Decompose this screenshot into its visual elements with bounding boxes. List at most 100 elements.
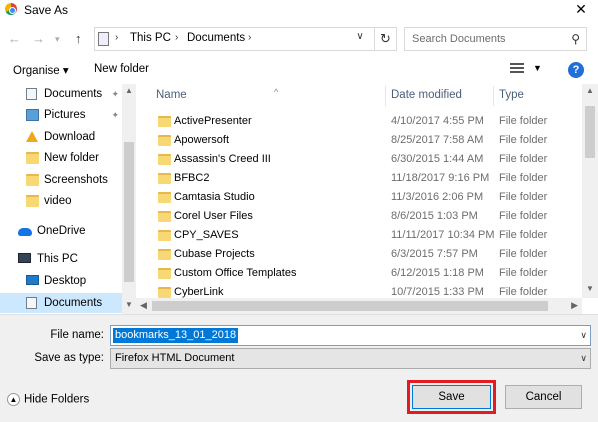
close-button[interactable]: ✕ (564, 0, 598, 20)
breadcrumb-documents[interactable]: Documents (187, 32, 245, 44)
sort-ascending-icon: ^ (274, 87, 279, 97)
nav-item-label: Download (44, 131, 96, 143)
this-pc-icon (98, 32, 109, 46)
scroll-up-icon[interactable]: ▲ (125, 86, 133, 95)
nav-item-screenshots[interactable]: Screenshots (0, 170, 122, 190)
scroll-down-icon[interactable]: ▼ (586, 284, 594, 293)
nav-item-desktop[interactable]: Desktop (0, 271, 122, 291)
save-as-type-label: Save as type: (34, 352, 104, 364)
file-name-value[interactable]: bookmarks_13_01_2018 (113, 328, 239, 343)
scroll-left-icon[interactable]: ◀ (140, 300, 147, 311)
save-as-type-select[interactable]: Firefox HTML Document ∨ (110, 348, 591, 369)
view-options-icon[interactable] (510, 63, 524, 75)
breadcrumb-separator-icon[interactable]: › (248, 32, 251, 43)
file-list-vertical-scrollbar[interactable]: ▲ ▼ (582, 84, 598, 298)
nav-item-label: Screenshots (44, 174, 108, 186)
forward-arrow-icon[interactable]: → (32, 31, 45, 46)
file-list: Name ^ Date modified Type ActivePresente… (146, 84, 598, 314)
nav-item-video[interactable]: video (0, 191, 122, 211)
file-row[interactable]: Apowersoft 8/25/2017 7:58 AM File folder (146, 131, 582, 150)
file-date: 6/3/2015 7:57 PM (391, 248, 478, 260)
chrome-icon (5, 3, 17, 15)
file-date: 11/18/2017 9:16 PM (391, 172, 490, 184)
recent-locations-chevron-icon[interactable]: ▾ (55, 34, 60, 45)
refresh-icon[interactable]: ↻ (374, 28, 396, 50)
file-name-input[interactable]: bookmarks_13_01_2018 ∨ (110, 325, 591, 346)
hide-folders-label: Hide Folders (24, 393, 90, 406)
scroll-right-icon[interactable]: ▶ (571, 300, 578, 311)
column-header-label: Name (156, 89, 187, 101)
folder-icon (158, 268, 171, 279)
organise-button[interactable]: Organise ▾ (13, 63, 69, 77)
chevron-down-icon[interactable]: ∨ (580, 353, 587, 364)
file-row[interactable]: CPY_SAVES 11/11/2017 10:34 PM File folde… (146, 226, 582, 245)
file-date: 8/6/2015 1:03 PM (391, 210, 478, 222)
breadcrumb-separator-icon[interactable]: › (175, 32, 178, 43)
save-button[interactable]: Save (412, 385, 491, 409)
desktop-icon (26, 275, 39, 285)
folder-icon (158, 135, 171, 146)
folder-icon (158, 154, 171, 165)
nav-scroll-thumb[interactable] (124, 142, 134, 282)
address-dropdown-icon[interactable]: ∨ (352, 31, 368, 49)
nav-item-documents-quick[interactable]: Documents ✦ (0, 84, 122, 104)
address-bar[interactable]: › This PC › Documents › ∨ ↻ (94, 27, 397, 51)
file-name: ActivePresenter (174, 115, 252, 127)
file-list-horizontal-scrollbar[interactable]: ◀ ▶ (136, 298, 582, 314)
view-dropdown-icon[interactable]: ▼ (533, 63, 542, 73)
file-name: Camtasia Studio (174, 191, 255, 203)
nav-item-pictures[interactable]: Pictures ✦ (0, 105, 122, 125)
column-separator[interactable] (493, 86, 494, 106)
nav-item-documents[interactable]: Documents (0, 293, 122, 313)
nav-item-onedrive[interactable]: OneDrive (0, 221, 122, 241)
search-input[interactable]: Search Documents (412, 33, 506, 45)
file-row[interactable]: ActivePresenter 4/10/2017 4:55 PM File f… (146, 112, 582, 131)
file-name: Assassin's Creed III (174, 153, 271, 165)
hide-folders-button[interactable]: ▲ Hide Folders (7, 393, 89, 406)
file-row[interactable]: BFBC2 11/18/2017 9:16 PM File folder (146, 169, 582, 188)
new-folder-button[interactable]: New folder (94, 63, 149, 75)
file-type: File folder (499, 229, 548, 241)
chevron-down-icon[interactable]: ∨ (580, 330, 587, 341)
breadcrumb-this-pc[interactable]: This PC (130, 32, 171, 44)
file-name: Corel User Files (174, 210, 253, 222)
file-type: File folder (499, 210, 548, 222)
up-arrow-icon[interactable]: ↑ (75, 31, 82, 46)
folder-icon (158, 287, 171, 298)
column-header-name[interactable]: Name ^ (156, 84, 278, 106)
help-icon[interactable]: ? (568, 62, 584, 78)
folder-icon (26, 195, 39, 207)
address-row: ← → ▾ ↑ › This PC › Documents › ∨ ↻ Sear… (0, 24, 598, 54)
nav-item-download[interactable]: Download (0, 127, 122, 147)
column-header-type[interactable]: Type (499, 84, 524, 106)
folder-icon (158, 211, 171, 222)
column-header-date[interactable]: Date modified (391, 84, 462, 106)
back-arrow-icon[interactable]: ← (8, 31, 21, 46)
search-icon[interactable]: ⚲ (571, 32, 580, 46)
search-box[interactable]: Search Documents ⚲ (404, 27, 587, 51)
window-title: Save As (24, 3, 69, 17)
column-separator[interactable] (385, 86, 386, 106)
file-row[interactable]: Assassin's Creed III 6/30/2015 1:44 AM F… (146, 150, 582, 169)
file-date: 11/3/2016 2:06 PM (391, 191, 484, 203)
nav-scrollbar[interactable]: ▲ ▼ (122, 84, 136, 314)
folder-icon (158, 249, 171, 260)
file-row[interactable]: Cubase Projects 6/3/2015 7:57 PM File fo… (146, 245, 582, 264)
file-row[interactable]: Corel User Files 8/6/2015 1:03 PM File f… (146, 207, 582, 226)
documents-icon (26, 297, 37, 309)
cancel-button[interactable]: Cancel (505, 385, 582, 409)
scroll-down-icon[interactable]: ▼ (125, 300, 133, 309)
nav-item-label: Documents (44, 297, 103, 309)
breadcrumb-separator-icon[interactable]: › (115, 32, 118, 43)
nav-item-this-pc[interactable]: This PC (0, 249, 122, 269)
nav-item-new-folder[interactable]: New folder (0, 148, 122, 168)
navigation-pane: Documents ✦ Pictures ✦ Download New fold… (0, 84, 136, 314)
file-row[interactable]: Custom Office Templates 6/12/2015 1:18 P… (146, 264, 582, 283)
file-name: Custom Office Templates (174, 267, 297, 279)
title-bar: Save As ✕ (0, 0, 598, 20)
file-row[interactable]: Camtasia Studio 11/3/2016 2:06 PM File f… (146, 188, 582, 207)
folder-icon (26, 174, 39, 186)
vertical-scroll-thumb[interactable] (585, 106, 595, 158)
scroll-up-icon[interactable]: ▲ (586, 86, 594, 95)
horizontal-scroll-thumb[interactable] (152, 301, 548, 311)
